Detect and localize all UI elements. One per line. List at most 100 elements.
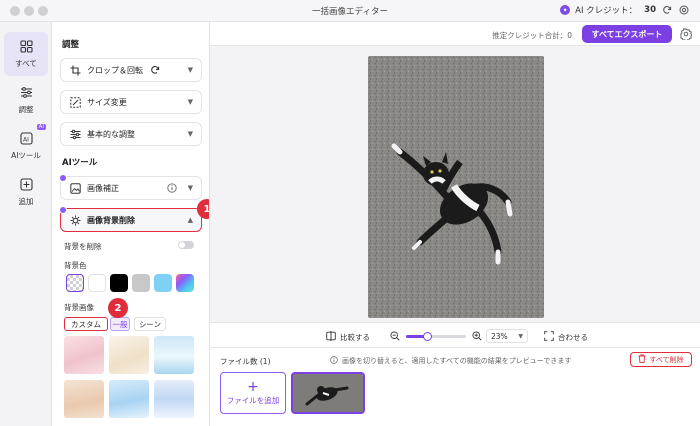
zoom-toolbar: 比較する 23% ▼ 合わせる xyxy=(210,322,700,348)
estimate-label: 推定クレジット合計： xyxy=(492,31,568,40)
file-info: 画像を切り替えると、適用したすべての機能の結果をプレビューできます xyxy=(330,356,571,366)
file-count: ファイル数 (1) xyxy=(220,357,271,366)
file-info-text: 画像を切り替えると、適用したすべての機能の結果をプレビューできます xyxy=(342,357,572,365)
compare-icon xyxy=(326,331,336,343)
app-window: 一括画像エディター ✦ AI クレジット： 30 すべて 調整 AI AI AI… xyxy=(0,0,700,426)
tool-remove-background[interactable]: 画像背景削除 ▲ xyxy=(59,206,202,232)
bg-color-transparent[interactable] xyxy=(66,274,84,292)
bg-image-thumbnail[interactable] xyxy=(154,336,194,374)
nav-item-all[interactable]: すべて xyxy=(4,32,48,76)
ai-credits: ✦ AI クレジット： 30 xyxy=(560,4,690,16)
sliders-icon xyxy=(19,86,33,100)
compare-label: 比較する xyxy=(340,332,370,342)
fit-icon xyxy=(544,331,554,343)
nav-item-ai-tools[interactable]: AI AI AIツール xyxy=(4,124,48,168)
ai-badge: AI xyxy=(36,124,46,130)
tool-basic-adjust[interactable]: 基本的な調整 ▼ xyxy=(60,122,202,146)
remove-bg-icon xyxy=(69,214,81,226)
bg-image-thumbnail[interactable] xyxy=(109,380,149,418)
trash-icon xyxy=(638,354,646,365)
bg-tab-custom[interactable]: カスタム xyxy=(64,317,108,331)
ai-dot-icon xyxy=(59,206,67,214)
compare-button[interactable]: 比較する xyxy=(326,331,370,343)
chevron-down-icon: ▼ xyxy=(518,332,523,340)
enhance-icon xyxy=(69,182,81,194)
cat-photo-preview xyxy=(368,56,544,318)
export-all-button[interactable]: すべてエクスポート xyxy=(582,25,672,43)
gear-icon[interactable] xyxy=(680,28,692,40)
nav-label: 調整 xyxy=(18,104,34,114)
bg-image-thumbnail[interactable] xyxy=(154,380,194,418)
tools-panel: 調整 クロップ＆回転 ▼ サイズ変更 ▼ 基本的な調整 ▼ AIツール 画像補正… xyxy=(52,22,210,426)
zoom-slider[interactable] xyxy=(406,332,466,341)
delete-all-button[interactable]: すべて削除 xyxy=(630,352,692,367)
add-file-label: ファイルを追加 xyxy=(226,395,280,405)
crop-icon xyxy=(69,64,81,76)
fit-button[interactable]: 合わせる xyxy=(544,331,588,343)
ai-dot-icon xyxy=(59,174,67,182)
main-area: 推定クレジット合計：0 すべてエクスポート 比較する 23% ▼ 合わせる ファ… xyxy=(210,22,700,426)
bg-image-thumbnail[interactable] xyxy=(64,380,104,418)
nav-item-add[interactable]: 追加 xyxy=(4,170,48,214)
bg-color-black[interactable] xyxy=(110,274,128,292)
plus-icon: + xyxy=(247,378,259,395)
zoom-slider-knob[interactable] xyxy=(422,332,432,341)
add-file-button[interactable]: + ファイルを追加 xyxy=(220,372,286,414)
bg-tab-scene[interactable]: シーン xyxy=(134,317,166,331)
tool-label: サイズ変更 xyxy=(87,97,127,107)
sliders-icon xyxy=(69,128,81,140)
zoom-level-select[interactable]: 23% ▼ xyxy=(486,329,528,343)
bg-image-thumbnail[interactable] xyxy=(64,336,104,374)
estimate-credits: 推定クレジット合計：0 xyxy=(492,30,572,41)
svg-text:AI: AI xyxy=(23,137,29,144)
adjust-section-title: 調整 xyxy=(62,40,80,50)
bg-color-gray[interactable] xyxy=(132,274,150,292)
ai-credit-value: 30 xyxy=(644,5,656,15)
top-toolbar: 推定クレジット合計：0 すべてエクスポート xyxy=(210,22,700,46)
grid-icon xyxy=(19,40,33,54)
chevron-down-icon: ▼ xyxy=(187,130,193,138)
info-icon xyxy=(330,356,338,366)
nav-label: すべて xyxy=(15,58,37,68)
bg-image-thumbnail[interactable] xyxy=(109,336,149,374)
side-nav: すべて 調整 AI AI AIツール 追加 xyxy=(0,22,52,426)
ai-credit-icon: ✦ xyxy=(560,5,571,15)
add-box-icon xyxy=(19,178,33,192)
help-icon[interactable] xyxy=(678,4,690,16)
preview-canvas xyxy=(210,46,700,322)
zoom-in-icon[interactable] xyxy=(472,331,482,341)
nav-item-adjust[interactable]: 調整 xyxy=(4,78,48,122)
bg-image-label: 背景画像 xyxy=(64,303,94,312)
nav-label: 追加 xyxy=(18,196,34,206)
chevron-down-icon: ▼ xyxy=(187,66,193,74)
bg-color-white[interactable] xyxy=(88,274,106,292)
nav-label: AIツール xyxy=(11,150,41,160)
info-icon[interactable] xyxy=(166,182,178,194)
bg-tab-general[interactable]: 一般 xyxy=(110,317,130,331)
bg-color-blue[interactable] xyxy=(154,274,172,292)
file-thumbnail[interactable] xyxy=(291,372,365,414)
zoom-out-icon[interactable] xyxy=(390,331,400,341)
estimate-value: 0 xyxy=(567,31,572,40)
step-callout-1: 1 xyxy=(197,199,209,219)
tool-image-enhance[interactable]: 画像補正 ▼ xyxy=(59,174,202,200)
delete-all-label: すべて削除 xyxy=(649,355,684,364)
chevron-down-icon: ▼ xyxy=(187,98,193,106)
tool-label: 基本的な調整 xyxy=(87,129,135,139)
tool-crop-rotate[interactable]: クロップ＆回転 ▼ xyxy=(60,58,202,82)
remove-bg-toggle[interactable] xyxy=(178,241,194,249)
tool-resize[interactable]: サイズ変更 ▼ xyxy=(60,90,202,114)
tool-label: 画像補正 xyxy=(87,183,119,193)
ai-image-icon: AI xyxy=(19,132,33,146)
tool-label: クロップ＆回転 xyxy=(87,65,143,75)
bg-color-gradient[interactable] xyxy=(176,274,194,292)
ai-credit-label: AI クレジット： xyxy=(575,6,638,16)
file-strip: ファイル数 (1) 画像を切り替えると、適用したすべての機能の結果をプレビューで… xyxy=(210,348,700,426)
chevron-down-icon: ▼ xyxy=(187,184,193,192)
fit-label: 合わせる xyxy=(558,332,588,342)
refresh-icon[interactable] xyxy=(661,4,673,16)
ai-section-title: AIツール xyxy=(62,158,98,168)
bg-color-label: 背景色 xyxy=(64,261,87,270)
step-callout-2: 2 xyxy=(108,298,128,318)
remove-bg-label: 背景を削除 xyxy=(64,242,102,251)
